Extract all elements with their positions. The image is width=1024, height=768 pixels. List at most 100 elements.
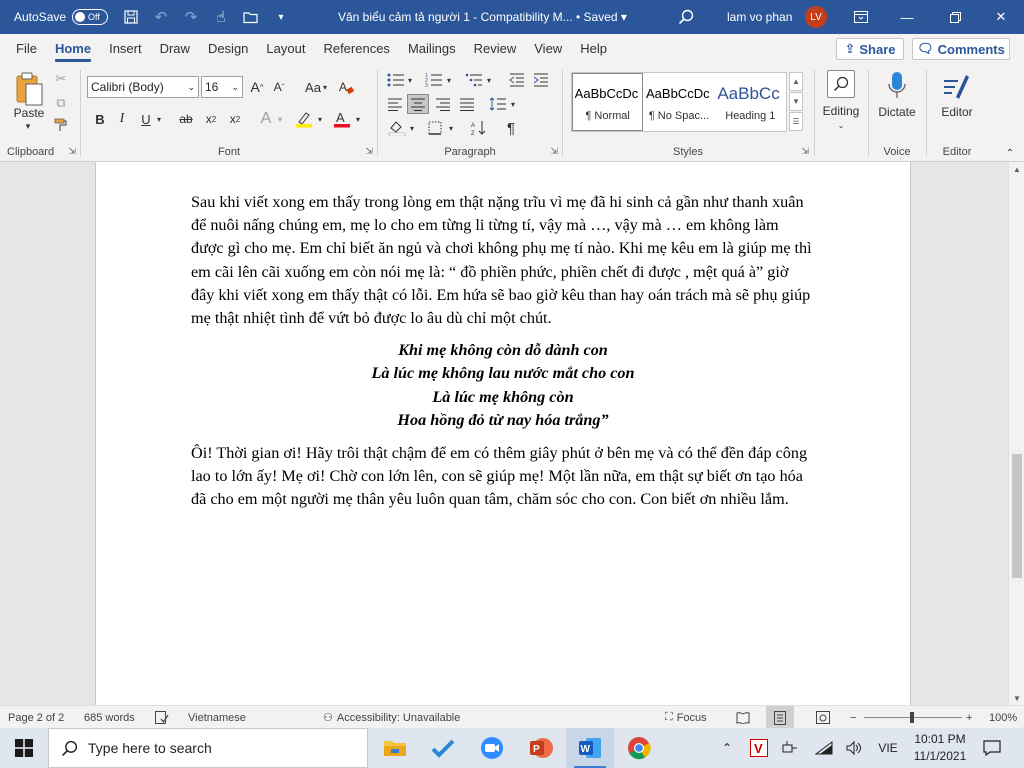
tab-design[interactable]: Design — [199, 34, 257, 64]
tab-review[interactable]: Review — [465, 34, 526, 64]
justify-icon[interactable] — [456, 94, 478, 114]
page-count[interactable]: Page 2 of 2 — [8, 706, 64, 729]
tab-insert[interactable]: Insert — [100, 34, 151, 64]
tab-file[interactable]: File — [0, 34, 46, 64]
change-case-button[interactable]: Aa ▾ — [301, 76, 331, 98]
cut-icon[interactable]: ✂ — [52, 70, 70, 88]
todo-app-icon[interactable] — [419, 728, 467, 768]
font-size-select[interactable]: 16 ⌄ — [201, 76, 243, 98]
paste-label[interactable]: Paste — [8, 106, 50, 120]
chrome-icon[interactable] — [615, 728, 663, 768]
open-folder-icon[interactable] — [236, 0, 266, 34]
font-color-icon[interactable]: A — [331, 108, 353, 130]
zoom-app-icon[interactable] — [468, 728, 516, 768]
print-layout-icon[interactable] — [766, 706, 794, 729]
user-name[interactable]: lam vo phan — [727, 0, 792, 34]
shrink-font-icon[interactable]: Aˇ — [269, 76, 289, 98]
styles-launcher-icon[interactable]: ⇲ — [801, 146, 809, 157]
borders-icon[interactable] — [424, 118, 446, 138]
customize-toolbar-icon[interactable]: ▾ — [266, 0, 296, 34]
close-icon[interactable]: ✕ — [978, 0, 1024, 34]
shading-dropdown-icon[interactable]: ▾ — [407, 118, 417, 138]
document-page[interactable]: Sau khi viết xong em thấy trong lòng em … — [95, 162, 911, 705]
subscript-icon[interactable]: x2 — [201, 108, 221, 130]
dictate-label[interactable]: Dictate — [869, 105, 925, 119]
font-color-dropdown-icon[interactable]: ▾ — [353, 108, 363, 130]
clipboard-launcher-icon[interactable]: ⇲ — [68, 146, 76, 157]
tab-view[interactable]: View — [525, 34, 571, 64]
vertical-scrollbar[interactable]: ▲ ▼ — [1008, 162, 1024, 705]
zoom-out-icon[interactable]: − — [850, 706, 856, 729]
highlight-icon[interactable] — [293, 108, 315, 130]
accessibility-status[interactable]: ⚇ Accessibility: Unavailable — [323, 706, 460, 729]
minimize-icon[interactable]: — — [884, 0, 930, 34]
show-hidden-icons-icon[interactable]: ⌃ — [716, 728, 738, 768]
proofing-icon[interactable] — [155, 706, 169, 729]
restore-icon[interactable] — [932, 0, 978, 34]
read-mode-icon[interactable] — [736, 706, 750, 729]
text-effects-dropdown-icon[interactable]: ▾ — [275, 108, 285, 130]
usb-device-icon[interactable] — [778, 728, 802, 768]
line-spacing-dropdown-icon[interactable]: ▾ — [508, 94, 518, 114]
tab-home[interactable]: Home — [46, 34, 100, 64]
taskbar-search-input[interactable]: Type here to search — [48, 728, 368, 768]
numbering-icon[interactable]: 123 — [422, 70, 446, 90]
editor-button-label[interactable]: Editor — [927, 105, 987, 119]
align-center-icon[interactable] — [407, 94, 429, 114]
format-painter-icon[interactable] — [52, 116, 70, 134]
paragraph[interactable]: Sau khi viết xong em thấy trong lòng em … — [191, 191, 815, 330]
scroll-up-icon[interactable]: ▲ — [1009, 162, 1024, 176]
bullets-dropdown-icon[interactable]: ▾ — [405, 70, 415, 90]
sort-icon[interactable]: AZ — [468, 118, 490, 138]
zoom-slider-thumb[interactable] — [910, 712, 914, 723]
strikethrough-icon[interactable]: ab — [175, 108, 197, 130]
scroll-down-icon[interactable]: ▼ — [1009, 691, 1024, 705]
superscript-icon[interactable]: x2 — [225, 108, 245, 130]
undo-icon[interactable]: ↶ — [146, 0, 176, 34]
highlight-dropdown-icon[interactable]: ▾ — [315, 108, 325, 130]
bold-icon[interactable]: B — [91, 108, 109, 130]
tab-mailings[interactable]: Mailings — [399, 34, 465, 64]
search-icon[interactable] — [827, 70, 855, 98]
multilevel-dropdown-icon[interactable]: ▾ — [484, 70, 494, 90]
notifications-icon[interactable] — [980, 728, 1004, 768]
microphone-icon[interactable] — [885, 70, 909, 102]
clear-formatting-icon[interactable]: A — [335, 76, 357, 98]
paragraph[interactable]: Ôi! Thời gian ơi! Hãy trôi thật chậm để … — [191, 442, 815, 512]
touch-mode-icon[interactable]: ☝ — [206, 0, 236, 34]
font-launcher-icon[interactable]: ⇲ — [365, 146, 373, 157]
paragraph-launcher-icon[interactable]: ⇲ — [550, 146, 558, 157]
scrollbar-thumb[interactable] — [1012, 454, 1022, 578]
poem-line[interactable]: Hoa hồng đỏ từ nay hóa trắng” — [191, 409, 815, 432]
autosave-toggle[interactable]: Off — [72, 9, 109, 25]
font-name-select[interactable]: Calibri (Body) ⌄ — [87, 76, 199, 98]
vn-keyboard-icon[interactable]: V — [747, 728, 771, 768]
poem-line[interactable]: Khi mẹ không còn dỗ dành con — [191, 339, 815, 362]
editing-dropdown-icon[interactable]: ⌄ — [835, 120, 847, 130]
increase-indent-icon[interactable] — [530, 70, 552, 90]
show-formatting-icon[interactable]: ¶ — [500, 118, 522, 138]
document-body[interactable]: Sau khi viết xong em thấy trong lòng em … — [191, 191, 815, 512]
file-explorer-icon[interactable] — [371, 728, 419, 768]
ribbon-display-options-icon[interactable] — [838, 0, 884, 34]
input-language[interactable]: VIE — [874, 728, 902, 768]
comments-button[interactable]: 🗨 Comments — [912, 38, 1010, 60]
tab-layout[interactable]: Layout — [257, 34, 314, 64]
paste-dropdown-icon[interactable]: ▾ — [16, 120, 40, 132]
underline-icon[interactable]: U — [137, 108, 155, 130]
powerpoint-icon[interactable]: P — [517, 728, 565, 768]
search-icon[interactable] — [674, 0, 698, 34]
share-button[interactable]: ⇪ Share — [836, 38, 904, 60]
save-icon[interactable] — [116, 0, 146, 34]
zoom-level[interactable]: 100% — [989, 706, 1017, 729]
decrease-indent-icon[interactable] — [506, 70, 528, 90]
document-title[interactable]: Văn biểu cảm tả người 1 - Compatibility … — [338, 0, 627, 34]
grow-font-icon[interactable]: A ^ — [247, 76, 267, 98]
word-count[interactable]: 685 words — [84, 706, 135, 729]
poem-stanza[interactable]: Khi mẹ không còn dỗ dành con Là lúc mẹ k… — [191, 339, 815, 432]
word-icon[interactable]: W — [566, 728, 614, 768]
tab-help[interactable]: Help — [571, 34, 616, 64]
avatar[interactable]: LV — [805, 6, 827, 28]
align-left-icon[interactable] — [384, 94, 406, 114]
numbering-dropdown-icon[interactable]: ▾ — [444, 70, 454, 90]
